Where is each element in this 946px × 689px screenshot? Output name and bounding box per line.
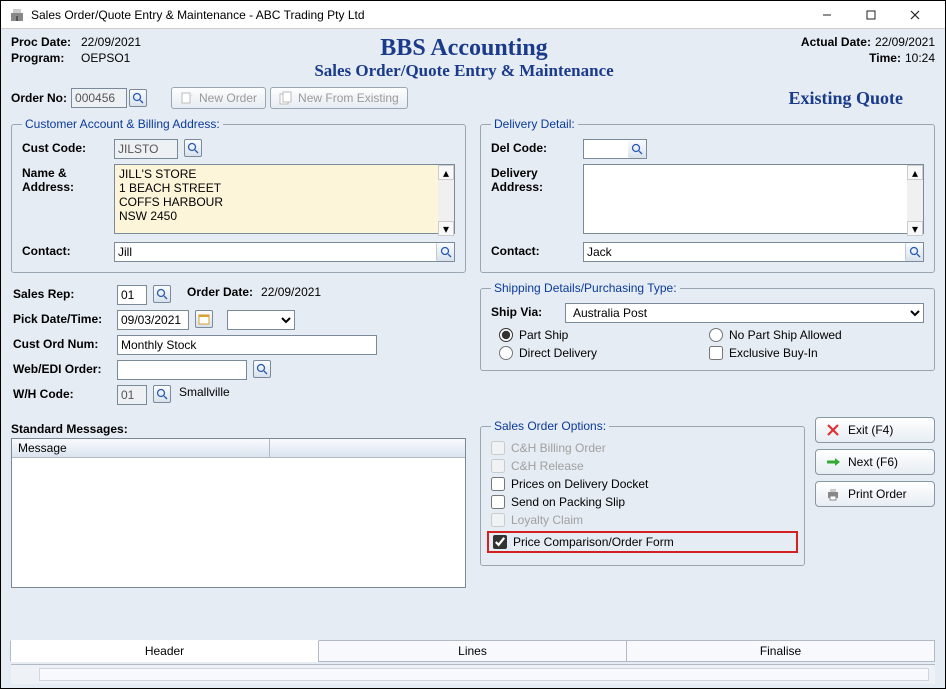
program-value: OEPSO1	[81, 51, 130, 65]
cust-ord-label: Cust Ord Num:	[13, 335, 113, 351]
sales-rep-lookup[interactable]	[153, 285, 171, 303]
webedi-input[interactable]	[117, 360, 247, 380]
header-right: Actual Date: 22/09/2021 Time: 10:24	[787, 35, 935, 67]
print-button[interactable]: Print Order	[815, 481, 935, 507]
close-icon	[826, 423, 840, 437]
sales-order-options-fieldset: Sales Order Options: C&H Billing Order C…	[480, 419, 805, 566]
app-icon	[9, 7, 25, 23]
exit-button[interactable]: Exit (F4)	[815, 417, 935, 443]
price-comparison-highlight: Price Comparison/Order Form	[487, 531, 798, 553]
webedi-label: Web/EDI Order:	[13, 360, 113, 376]
direct-delivery-radio[interactable]: Direct Delivery	[499, 346, 669, 360]
pick-date-input[interactable]	[117, 310, 189, 330]
titlebar: Sales Order/Quote Entry & Maintenance - …	[1, 1, 945, 29]
std-messages-col-header: Message	[12, 439, 465, 458]
shipping-legend: Shipping Details/Purchasing Type:	[491, 281, 680, 295]
order-no-lookup[interactable]	[129, 89, 147, 107]
cust-code-input[interactable]	[114, 139, 178, 159]
webedi-lookup[interactable]	[253, 360, 271, 378]
del-code-label: Del Code:	[491, 139, 579, 155]
del-addr-label: Delivery Address:	[491, 164, 579, 194]
cust-code-lookup[interactable]	[184, 139, 202, 157]
customer-legend: Customer Account & Billing Address:	[22, 117, 223, 131]
next-button[interactable]: Next (F6)	[815, 449, 935, 475]
cust-contact-lookup[interactable]	[436, 243, 454, 261]
cust-contact-input[interactable]	[114, 242, 455, 262]
tab-lines[interactable]: Lines	[318, 641, 627, 662]
tab-finalise[interactable]: Finalise	[626, 641, 935, 662]
ch-billing-check: C&H Billing Order	[491, 441, 794, 455]
scrollbar[interactable]: ▴▾	[438, 165, 454, 236]
actual-date-value: 22/09/2021	[875, 35, 935, 49]
cust-code-label: Cust Code:	[22, 139, 110, 155]
send-packing-check[interactable]: Send on Packing Slip	[491, 495, 794, 509]
time-value: 10:24	[905, 51, 935, 65]
proc-date-label: Proc Date:	[11, 35, 81, 49]
header-center: BBS Accounting Sales Order/Quote Entry &…	[141, 35, 787, 81]
ch-release-check: C&H Release	[491, 459, 794, 473]
part-ship-radio[interactable]: Part Ship	[499, 328, 669, 342]
pick-time-select[interactable]	[227, 310, 295, 330]
prices-delivery-check[interactable]: Prices on Delivery Docket	[491, 477, 794, 491]
pick-date-calendar[interactable]	[195, 310, 213, 328]
new-order-button[interactable]: New Order	[171, 87, 266, 109]
calendar-icon	[198, 313, 210, 325]
arrow-right-icon	[826, 455, 840, 469]
proc-date-value: 22/09/2021	[81, 35, 141, 49]
new-from-existing-icon	[279, 91, 293, 105]
printer-icon	[826, 487, 840, 501]
order-date-label: Order Date:	[187, 285, 253, 299]
new-order-icon	[180, 91, 194, 105]
del-contact-lookup[interactable]	[905, 243, 923, 261]
brand-title: BBS Accounting	[141, 35, 787, 61]
tab-header[interactable]: Header	[10, 640, 319, 662]
del-contact-input[interactable]	[583, 242, 924, 262]
wh-code-input[interactable]	[117, 385, 147, 405]
status-bar	[11, 664, 935, 684]
maximize-button[interactable]	[849, 2, 893, 28]
actual-date-label: Actual Date:	[787, 35, 871, 49]
del-addr-textarea[interactable]	[583, 164, 924, 234]
del-code-lookup[interactable]	[628, 140, 646, 158]
status-text: Existing Quote	[788, 88, 903, 109]
pick-date-label: Pick Date/Time:	[13, 310, 113, 326]
shipping-fieldset: Shipping Details/Purchasing Type: Ship V…	[480, 281, 935, 371]
program-label: Program:	[11, 51, 81, 65]
exclusive-buyin-check[interactable]: Exclusive Buy-In	[709, 346, 818, 360]
loyalty-check: Loyalty Claim	[491, 513, 794, 527]
std-messages-label: Standard Messages:	[11, 422, 462, 436]
time-label: Time:	[817, 51, 901, 65]
del-contact-label: Contact:	[491, 242, 579, 258]
scrollbar[interactable]: ▴▾	[907, 165, 923, 236]
cust-ord-input[interactable]	[117, 335, 377, 355]
new-from-existing-button[interactable]: New From Existing	[270, 87, 408, 109]
no-part-ship-radio[interactable]: No Part Ship Allowed	[709, 328, 842, 342]
customer-fieldset: Customer Account & Billing Address: Cust…	[11, 117, 466, 273]
window-title: Sales Order/Quote Entry & Maintenance - …	[31, 8, 805, 22]
bottom-tabs: Header Lines Finalise	[11, 640, 935, 662]
delivery-legend: Delivery Detail:	[491, 117, 578, 131]
name-addr-label: Name & Address:	[22, 164, 110, 194]
wh-code-label: W/H Code:	[13, 385, 113, 401]
order-no-input[interactable]	[71, 88, 127, 108]
page-subtitle: Sales Order/Quote Entry & Maintenance	[141, 61, 787, 81]
name-addr-textarea[interactable]	[114, 164, 455, 234]
std-messages-grid[interactable]: Message	[11, 438, 466, 588]
minimize-button[interactable]	[805, 2, 849, 28]
order-no-label: Order No:	[11, 91, 67, 105]
options-legend: Sales Order Options:	[491, 419, 609, 433]
delivery-fieldset: Delivery Detail: Del Code: Delivery Addr…	[480, 117, 935, 273]
wh-code-lookup[interactable]	[153, 385, 171, 403]
header-left: Proc Date:22/09/2021 Program:OEPSO1	[11, 35, 141, 67]
ship-via-select[interactable]: Australia Post	[565, 303, 924, 323]
wh-name: Smallville	[179, 385, 230, 399]
price-comparison-check[interactable]: Price Comparison/Order Form	[493, 535, 792, 549]
sales-rep-label: Sales Rep:	[13, 285, 113, 301]
close-button[interactable]	[893, 2, 937, 28]
ship-via-label: Ship Via:	[491, 303, 561, 319]
sales-rep-input[interactable]	[117, 285, 147, 305]
order-date-value: 22/09/2021	[261, 285, 321, 299]
cust-contact-label: Contact:	[22, 242, 110, 258]
